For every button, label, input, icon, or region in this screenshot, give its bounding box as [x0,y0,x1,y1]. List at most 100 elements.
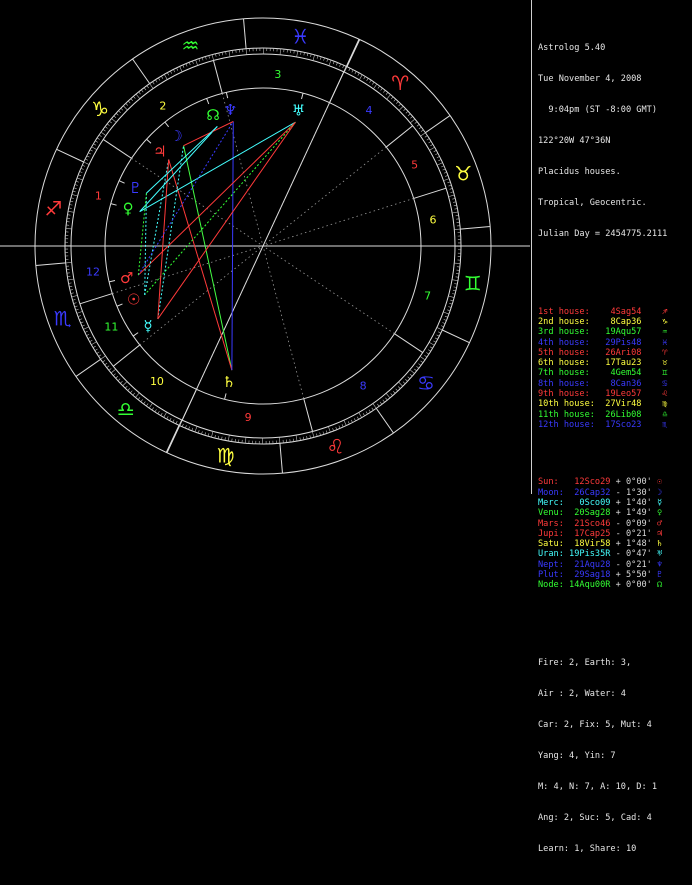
summary-line: Car: 2, Fix: 5, Mut: 4 [538,720,690,730]
sign-icon: ♍ [662,399,667,409]
info-panel: Astrolog 5.40 Tue November 4, 2008 9:04p… [538,2,690,885]
planet-row: Mars: 21Sco46 - 0°09' ♂ [538,519,690,529]
degree-tick [443,169,446,170]
degree-tick [329,60,331,66]
planet-position: 26Cap32 [569,488,616,498]
degree-tick [73,191,76,192]
planet-sun-icon: ☉ [127,290,140,308]
degree-tick [182,424,183,427]
degree-tick [105,127,107,129]
planet-speed: - 0°21' [616,560,657,570]
degree-tick [90,340,93,341]
house-number: 7 [424,289,431,302]
summary-block: Fire: 2, Earth: 3, Air : 2, Water: 4 Car… [538,638,690,875]
degree-tick [396,101,398,103]
degree-tick [185,425,186,428]
degree-tick [139,92,141,94]
degree-tick [118,111,120,113]
planet-tick [117,304,123,306]
summary-line: Fire: 2, Earth: 3, [538,658,690,668]
zodiac-type: Tropical, Geocentric. [538,198,690,208]
degree-tick [301,52,302,55]
degree-tick [82,165,85,166]
degree-tick [383,400,385,402]
degree-tick [391,393,393,395]
degree-tick [441,326,444,327]
aspect-line [145,159,169,294]
degree-tick [72,295,78,297]
house-value: 19Aqu57 [600,327,662,337]
degree-tick [453,202,456,203]
degree-tick [69,204,72,205]
degree-tick [85,159,88,160]
planet-position: 18Vir58 [569,539,616,549]
degree-tick [75,306,78,307]
degree-tick [138,397,140,399]
house-label: 5th house: [538,348,600,358]
sign-icon: ♑ [662,317,667,327]
degree-tick [83,327,88,330]
degree-tick [296,435,297,441]
degree-tick [349,68,350,71]
sign-divider [133,59,150,84]
degree-tick [208,433,209,436]
degree-tick [443,312,449,314]
house-cusp-tick [213,60,222,93]
degree-tick [393,391,395,393]
degree-tick [369,410,371,413]
degree-tick [205,57,206,60]
degree-tick [155,80,157,83]
house-value: 4Gem54 [600,368,662,378]
degree-tick [311,54,312,57]
degree-tick [211,431,213,437]
degree-tick [454,205,457,206]
degree-tick [85,331,88,332]
degree-tick [189,62,190,65]
degree-tick [454,209,457,210]
summary-line: Yang: 4, Yin: 7 [538,751,690,761]
degree-tick [430,347,433,349]
degree-tick [304,52,305,55]
aspect-line [169,159,232,370]
house-value: 19Leo57 [600,389,662,399]
summary-line: Learn: 1, Share: 10 [538,844,690,854]
degree-tick [146,404,148,406]
degree-tick [135,393,139,398]
degree-tick [366,412,368,415]
sign-icon: ♋ [662,379,667,389]
degree-tick [66,262,72,263]
sign-divider [166,425,179,452]
planet-speed: + 1°49' [616,508,657,518]
house-value: 29Pis48 [600,338,662,348]
degree-tick [300,437,301,440]
degree-tick [170,71,171,74]
degree-tick [454,263,460,264]
degree-tick [176,421,177,424]
house-label: 2nd house: [538,317,600,327]
sign-divider [425,116,450,133]
planet-row: Uran: 19Pis35R - 0°47' ♅ [538,549,690,559]
degree-tick [351,420,352,423]
degree-tick [116,376,118,378]
house-label: 11th house: [538,410,600,420]
planet-tick [133,333,138,336]
degree-tick [221,437,222,440]
planet-position: 20Sag28 [569,508,616,518]
degree-tick [438,332,441,333]
degree-tick [372,82,374,84]
degree-tick [180,66,183,71]
degree-tick [447,310,450,311]
chart-wheel: ♈♉♊♋♌♍♎♏♐♑♒♓ 123456789101112 ☉☽☿♀♂♃♄♅♆♇☊ [0,0,530,494]
degree-tick [344,420,347,425]
degree-tick [246,49,247,55]
degree-tick [385,398,387,400]
sign-scorpio-icon: ♏ [54,307,72,331]
house-label: 12th house: [538,420,600,430]
planet-tick [147,139,151,143]
sign-libra-icon: ♎ [117,397,135,421]
degree-tick [126,103,128,105]
sign-divider [460,227,490,230]
degree-tick [70,290,73,291]
degree-tick [307,53,308,56]
degree-tick [454,287,457,288]
